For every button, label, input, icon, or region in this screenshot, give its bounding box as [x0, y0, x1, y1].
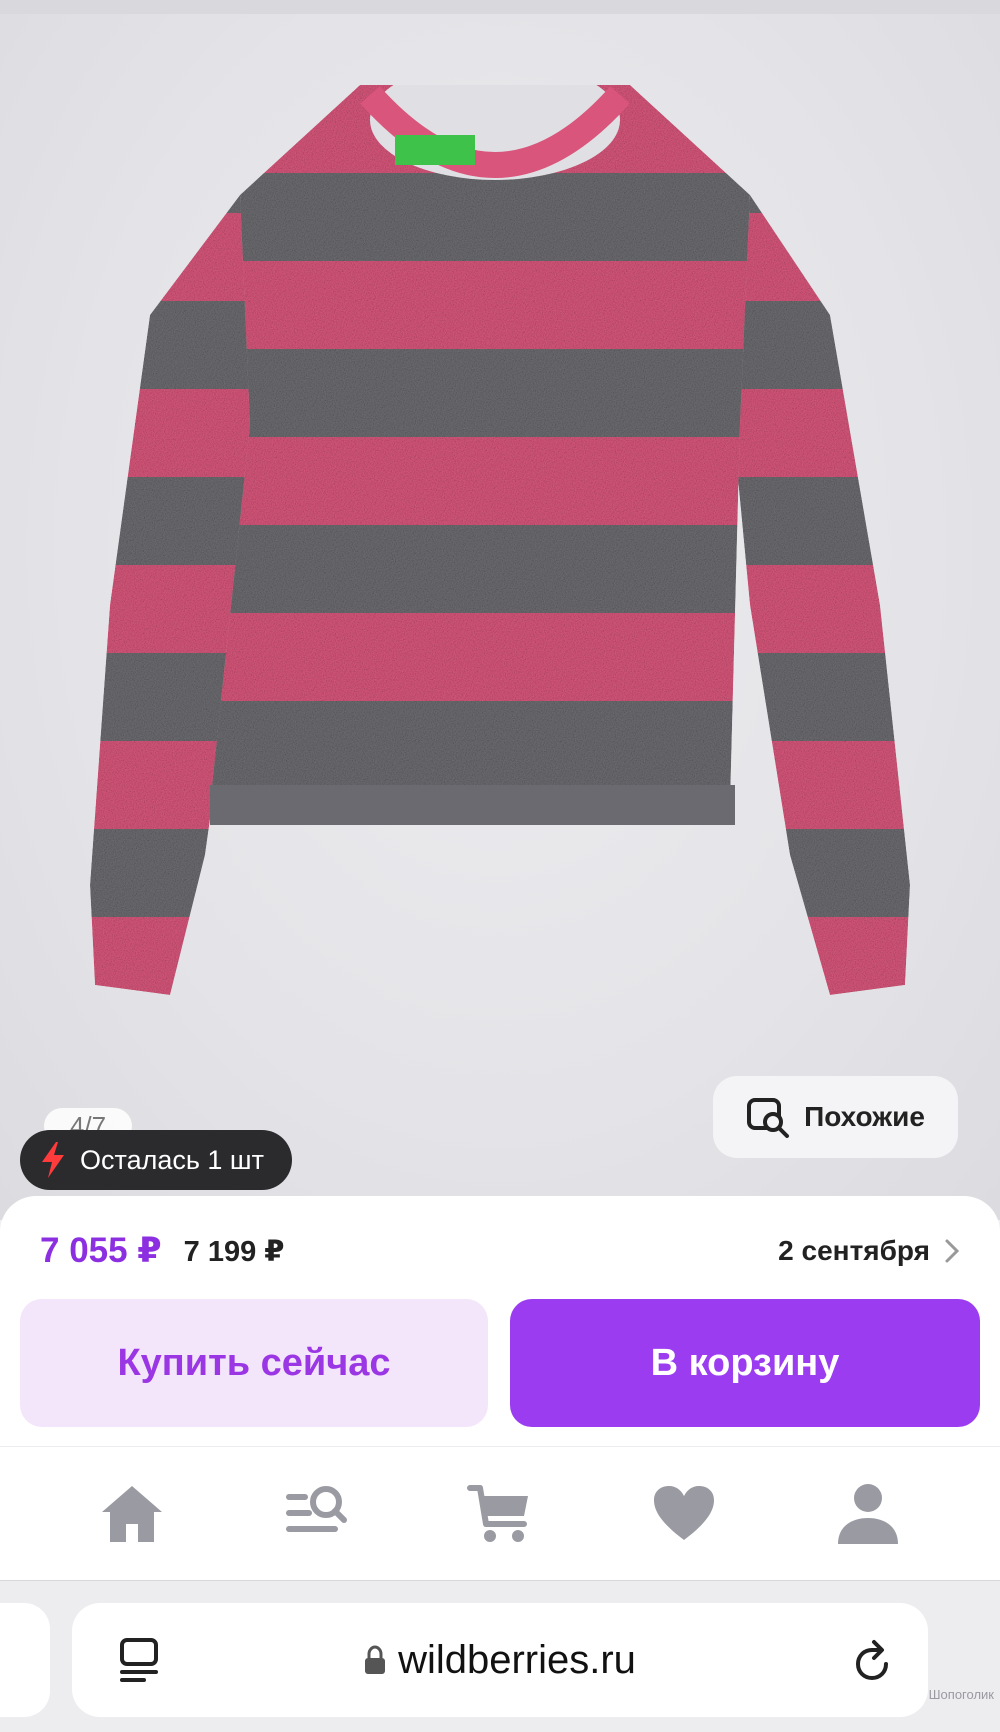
profile-icon [838, 1483, 898, 1544]
watermark-text: Шопоголик [928, 1687, 994, 1702]
product-gallery[interactable]: 4/7 Осталась 1 шт Похожие [0, 0, 1000, 1220]
similar-label: Похожие [804, 1101, 925, 1132]
lock-icon [365, 1645, 386, 1674]
sweater-image [90, 85, 910, 995]
stock-text: Осталась 1 шт [80, 1144, 264, 1175]
add-to-cart-button[interactable]: В корзину [510, 1299, 980, 1427]
browser-toolbar: wildberries.ru Шопоголик [0, 1580, 1000, 1732]
status-bar-remnant [0, 0, 1000, 14]
tab-home[interactable] [87, 1469, 177, 1559]
catalog-search-icon [286, 1485, 347, 1532]
lightning-icon [42, 1142, 64, 1178]
delivery-date: 2 сентября [778, 1235, 930, 1266]
bottom-tab-bar [0, 1446, 1000, 1580]
url-display[interactable]: wildberries.ru [72, 1603, 928, 1717]
stock-badge: Осталась 1 шт [20, 1130, 292, 1190]
purchase-sheet: 7 055 ₽ 7 199 ₽ 2 сентября Купить сейчас… [0, 1196, 1000, 1446]
price-row: 7 055 ₽ 7 199 ₽ 2 сентября [40, 1226, 960, 1276]
cart-icon [467, 1484, 528, 1542]
tab-catalog[interactable] [271, 1469, 361, 1559]
similar-button[interactable]: Похожие [713, 1076, 958, 1158]
similar-search-icon [747, 1098, 790, 1138]
url-text: wildberries.ru [398, 1637, 636, 1682]
tab-favorites[interactable] [639, 1469, 729, 1559]
home-icon [102, 1485, 162, 1542]
delivery-date-link[interactable]: 2 сентября [778, 1235, 960, 1267]
buy-now-button[interactable]: Купить сейчас [20, 1299, 488, 1427]
tab-profile[interactable] [823, 1469, 913, 1559]
previous-tab-preview[interactable] [0, 1603, 50, 1717]
favorites-heart-icon [654, 1485, 714, 1540]
old-price: 7 199 ₽ [183, 1235, 285, 1268]
reload-icon[interactable] [850, 1636, 896, 1684]
chevron-right-icon [945, 1239, 960, 1263]
address-bar[interactable]: wildberries.ru [72, 1603, 928, 1717]
current-price: 7 055 ₽ [40, 1231, 162, 1270]
tab-cart[interactable] [455, 1469, 545, 1559]
